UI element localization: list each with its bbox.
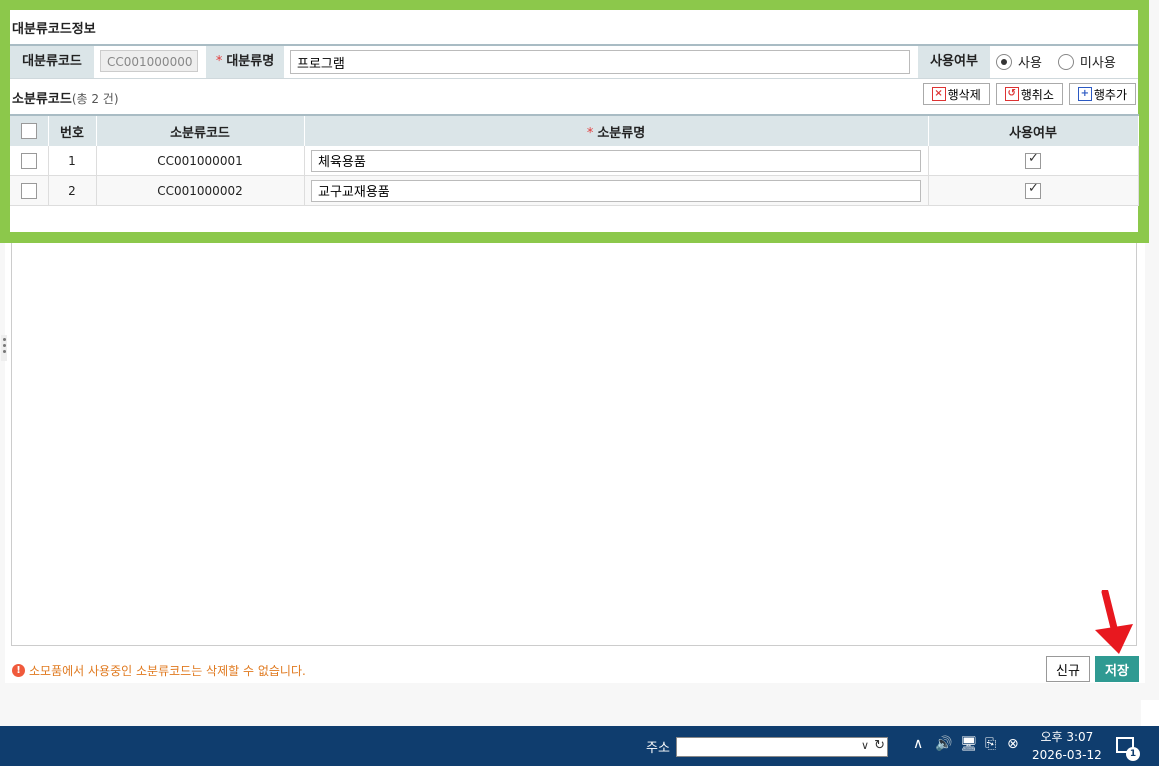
row-use-cell: [928, 146, 1139, 176]
row-name-cell: [304, 146, 929, 176]
header-select-all: [10, 114, 49, 146]
row-use-cell: [928, 175, 1139, 206]
header-no: 번호: [48, 114, 97, 146]
delete-row-icon: ×: [931, 87, 946, 101]
scroll-corner: [1141, 700, 1159, 726]
category-name-input[interactable]: [290, 50, 910, 74]
grid-toolbar: × 행삭제 ↺ 행취소 + 행추가: [922, 83, 1136, 105]
clock[interactable]: 오후 3:07 2026-03-12: [1032, 728, 1102, 764]
subcategory-grid: 번호 소분류코드 *소분류명 사용여부 1 CC001000001 2: [10, 114, 1139, 206]
cancel-row-button[interactable]: ↺ 행취소: [995, 83, 1063, 105]
delete-row-button[interactable]: × 행삭제: [922, 83, 990, 105]
header-use: 사용여부: [928, 114, 1139, 146]
chevron-up-icon[interactable]: ∧: [913, 736, 923, 752]
cancel-row-label: 행취소: [1020, 87, 1054, 102]
use-checkbox[interactable]: [1025, 181, 1041, 199]
subcategory-title-text: 소분류코드: [12, 92, 72, 107]
address-input[interactable]: ∨ ↻: [676, 737, 888, 757]
grid-header-row: 번호 소분류코드 * 소분류명 사용여부: [10, 114, 1139, 146]
required-mark: *: [215, 54, 223, 69]
row-no: 2: [48, 175, 97, 206]
warning-icon: !: [12, 664, 25, 677]
row-no: 1: [48, 146, 97, 176]
save-button[interactable]: 저장: [1095, 656, 1139, 682]
subcategory-name-input[interactable]: [311, 179, 921, 202]
section-title: 대분류코드정보: [12, 22, 96, 37]
volume-icon[interactable]: 🔊: [935, 736, 952, 752]
radio-use-label: 사용: [1018, 56, 1042, 71]
row-name-cell: [304, 175, 929, 206]
use-checkbox[interactable]: [1025, 151, 1041, 169]
row-code: CC001000001: [96, 146, 305, 176]
add-row-label: 행추가: [1093, 87, 1127, 102]
radio-unused-label: 미사용: [1079, 56, 1116, 71]
taskbar: 주소 ∨ ↻ ∧ 🔊 🖥 ⎘ ⊗ 오후 3:07 2026-03-12 1: [0, 726, 1159, 766]
address-label: 주소: [646, 741, 670, 756]
name-label: * 대분류명: [206, 46, 284, 78]
code-field: CC001000000: [100, 50, 198, 72]
grid-empty-area: [11, 243, 1137, 646]
code-label: 대분류코드: [10, 46, 94, 78]
chevron-down-icon[interactable]: ∨: [861, 739, 869, 752]
row-select-cell: [10, 175, 49, 206]
clock-date: 2026-03-12: [1032, 748, 1102, 762]
row-count: (총 2 건): [71, 92, 119, 106]
notification-badge: 1: [1126, 747, 1140, 761]
delete-row-label: 행삭제: [947, 87, 981, 102]
header-name-text: 소분류명: [597, 125, 646, 141]
category-info-row: 대분류코드 CC001000000 *대분류명 사용여부 사용 미사용: [10, 44, 1138, 79]
add-row-icon: +: [1077, 87, 1092, 101]
header-name: * 소분류명: [304, 114, 929, 146]
device-icon[interactable]: ⎘: [985, 736, 996, 752]
network-icon[interactable]: 🖥: [960, 736, 978, 752]
table-row[interactable]: 1 CC001000001: [10, 146, 1139, 176]
name-label-text: 대분류명: [226, 54, 275, 69]
notice-message: ! 소모품에서 사용중인 소분류코드는 삭제할 수 없습니다.: [12, 662, 306, 679]
select-all-checkbox[interactable]: [20, 123, 37, 139]
category-panel: 대분류코드정보 대분류코드 CC001000000 *대분류명 사용여부 사용 …: [10, 10, 1139, 232]
required-mark: *: [586, 125, 594, 141]
use-radio-group: 사용 미사용: [996, 52, 1116, 71]
radio-unused[interactable]: [1057, 53, 1074, 70]
row-code: CC001000002: [96, 175, 305, 206]
table-row[interactable]: 2 CC001000002: [10, 175, 1139, 206]
splitter-handle[interactable]: [1, 335, 7, 361]
radio-use[interactable]: [996, 53, 1012, 70]
red-arrow-icon: [1095, 590, 1133, 654]
highlight-frame: 대분류코드정보 대분류코드 CC001000000 *대분류명 사용여부 사용 …: [0, 0, 1149, 243]
subcategory-name-input[interactable]: [311, 149, 921, 172]
undo-row-icon: ↺: [1004, 87, 1019, 101]
subcategory-title: 소분류코드(총 2 건): [12, 88, 119, 107]
refresh-icon[interactable]: ↻: [874, 738, 885, 753]
add-row-button[interactable]: + 행추가: [1068, 83, 1136, 105]
close-circle-icon[interactable]: ⊗: [1007, 736, 1019, 752]
row-checkbox[interactable]: [20, 152, 37, 169]
clock-time: 오후 3:07: [1040, 730, 1094, 744]
use-label: 사용여부: [918, 46, 990, 78]
row-checkbox[interactable]: [20, 182, 37, 199]
row-select-cell: [10, 146, 49, 176]
notice-text: 소모품에서 사용중인 소분류코드는 삭제할 수 없습니다.: [29, 664, 306, 678]
new-button[interactable]: 신규: [1046, 656, 1090, 682]
header-code: 소분류코드: [96, 114, 305, 146]
